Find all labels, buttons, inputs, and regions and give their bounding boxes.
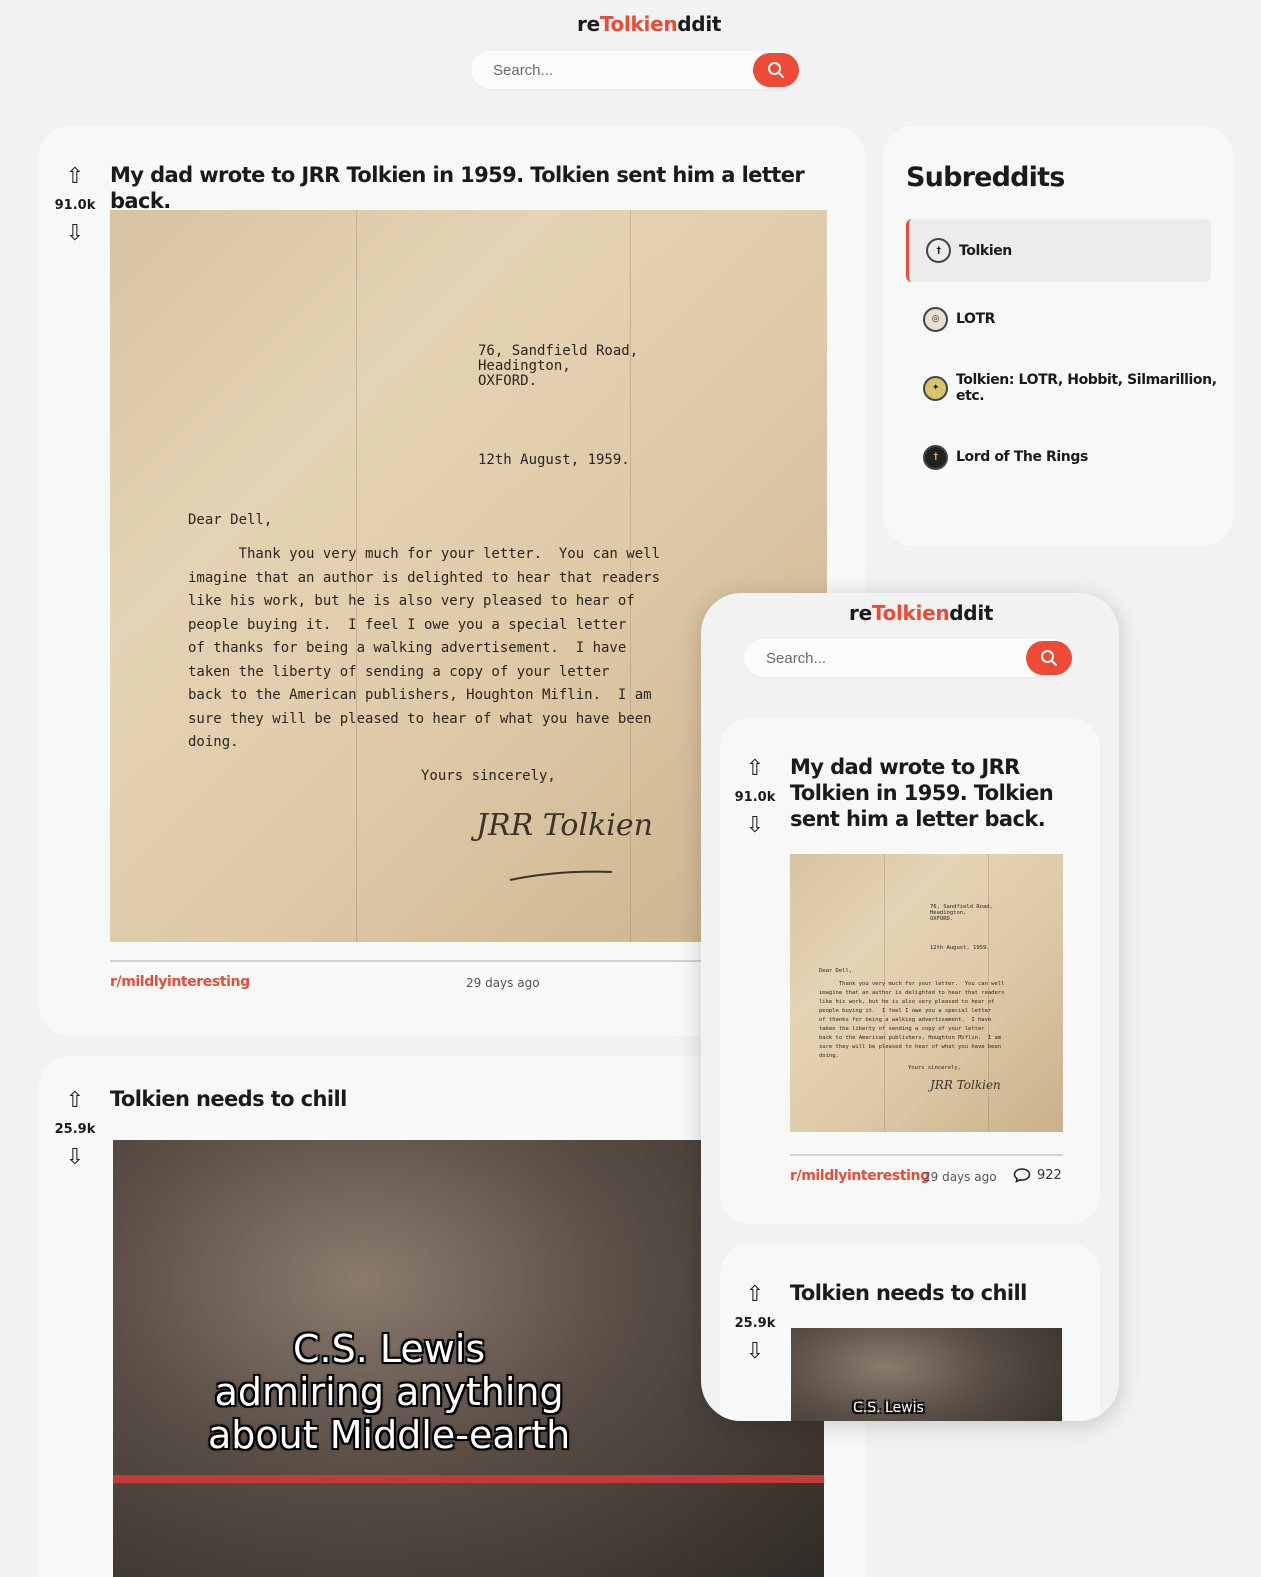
app-logo[interactable]: reTolkienddit <box>849 601 993 625</box>
tolkien-fans-icon: ✦ <box>923 375 948 401</box>
letter-salutation: Dear Dell, <box>188 512 273 528</box>
upvote-icon[interactable]: ⇧ <box>746 758 764 780</box>
search-button[interactable] <box>753 53 799 87</box>
subreddit-link[interactable]: r/mildlyinteresting <box>110 974 250 990</box>
lotr-icon: ◎ <box>923 306 948 332</box>
letter-closing: Yours sincerely, <box>908 1065 961 1071</box>
meme-caption: C.S. Lewis <box>853 1400 924 1416</box>
post-image[interactable]: 76, Sandfield Road, Headington, OXFORD. … <box>790 854 1063 1132</box>
letter-body: Thank you very much for your letter. You… <box>819 981 1005 1059</box>
mobile-preview: reTolkienddit ⇧ 91.0k ⇩ My dad wrote to … <box>701 593 1119 1421</box>
letter-salutation: Dear Dell, <box>819 968 853 974</box>
downvote-icon[interactable]: ⇩ <box>746 815 764 837</box>
downvote-icon[interactable]: ⇩ <box>66 223 84 245</box>
signature-underline <box>509 870 613 881</box>
post-image[interactable]: C.S. Lewis <box>791 1328 1062 1421</box>
vote-count: 25.9k <box>734 1316 776 1331</box>
post-card: ⇧ 25.9k ⇩ Tolkien needs to chill C.S. Le… <box>720 1244 1100 1421</box>
upvote-icon[interactable]: ⇧ <box>746 1284 764 1306</box>
downvote-icon[interactable]: ⇩ <box>746 1341 764 1363</box>
letter-body: Thank you very much for your letter. You… <box>188 546 661 750</box>
search-icon <box>768 62 784 78</box>
post-card: ⇧ 91.0k ⇩ My dad wrote to JRR Tolkien in… <box>720 718 1100 1224</box>
upvote-icon[interactable]: ⇧ <box>66 166 84 188</box>
search-icon <box>1041 650 1057 666</box>
post-title[interactable]: My dad wrote to JRR Tolkien in 1959. Tol… <box>110 162 830 214</box>
vote-count: 91.0k <box>734 790 776 805</box>
letter-signature: JRR Tolkien <box>930 1078 1001 1092</box>
letter-closing: Yours sincerely, <box>421 768 556 784</box>
vote-widget: ⇧ 91.0k ⇩ <box>54 166 96 245</box>
comment-icon <box>1013 1168 1031 1183</box>
letter-date: 12th August, 1959. <box>478 452 630 468</box>
meme-caption: C.S. Lewis admiring anything about Middl… <box>208 1327 571 1457</box>
post-time: 29 days ago <box>466 976 540 990</box>
vote-count: 25.9k <box>54 1122 96 1137</box>
sidebar-item-tolkien[interactable]: † Tolkien <box>906 219 1211 282</box>
vote-count: 91.0k <box>54 198 96 213</box>
downvote-icon[interactable]: ⇩ <box>66 1147 84 1169</box>
post-title[interactable]: Tolkien needs to chill <box>790 1280 1027 1306</box>
letter-address: 76, Sandfield Road, Headington, OXFORD. <box>478 343 639 389</box>
search-button[interactable] <box>1026 641 1072 675</box>
post-title[interactable]: Tolkien needs to chill <box>110 1086 347 1112</box>
vote-widget: ⇧ 91.0k ⇩ <box>734 758 776 837</box>
tolkien-icon: † <box>926 238 951 263</box>
upvote-icon[interactable]: ⇧ <box>66 1090 84 1112</box>
lord-of-the-rings-icon: † <box>923 444 948 470</box>
post-divider <box>790 1154 1063 1156</box>
subreddits-sidebar: Subreddits † Tolkien ◎ LOTR ✦ Tolkien: L… <box>883 126 1233 546</box>
sidebar-title: Subreddits <box>906 162 1065 193</box>
vote-widget: ⇧ 25.9k ⇩ <box>54 1090 96 1169</box>
vote-widget: ⇧ 25.9k ⇩ <box>734 1284 776 1363</box>
post-title[interactable]: My dad wrote to JRR Tolkien in 1959. Tol… <box>790 754 1070 832</box>
post-time: 29 days ago <box>923 1170 997 1184</box>
comments-button[interactable]: 922 <box>1013 1167 1062 1183</box>
letter-date: 12th August, 1959. <box>930 945 990 951</box>
letter-address: 76, Sandfield Road, Headington, OXFORD. <box>930 904 993 922</box>
sidebar-item-tolkien-lotr-hobbit[interactable]: ✦ Tolkien: LOTR, Hobbit, Silmarillion, e… <box>923 372 1233 404</box>
sidebar-item-lord-of-the-rings[interactable]: † Lord of The Rings <box>923 444 1088 470</box>
ring-rope <box>113 1475 824 1483</box>
subreddit-link[interactable]: r/mildlyinteresting <box>790 1168 930 1184</box>
letter-signature: JRR Tolkien <box>476 808 653 843</box>
app-logo[interactable]: reTolkienddit <box>577 12 721 36</box>
search-bar <box>471 51 801 89</box>
sidebar-item-lotr[interactable]: ◎ LOTR <box>923 306 995 332</box>
search-bar <box>744 639 1074 677</box>
